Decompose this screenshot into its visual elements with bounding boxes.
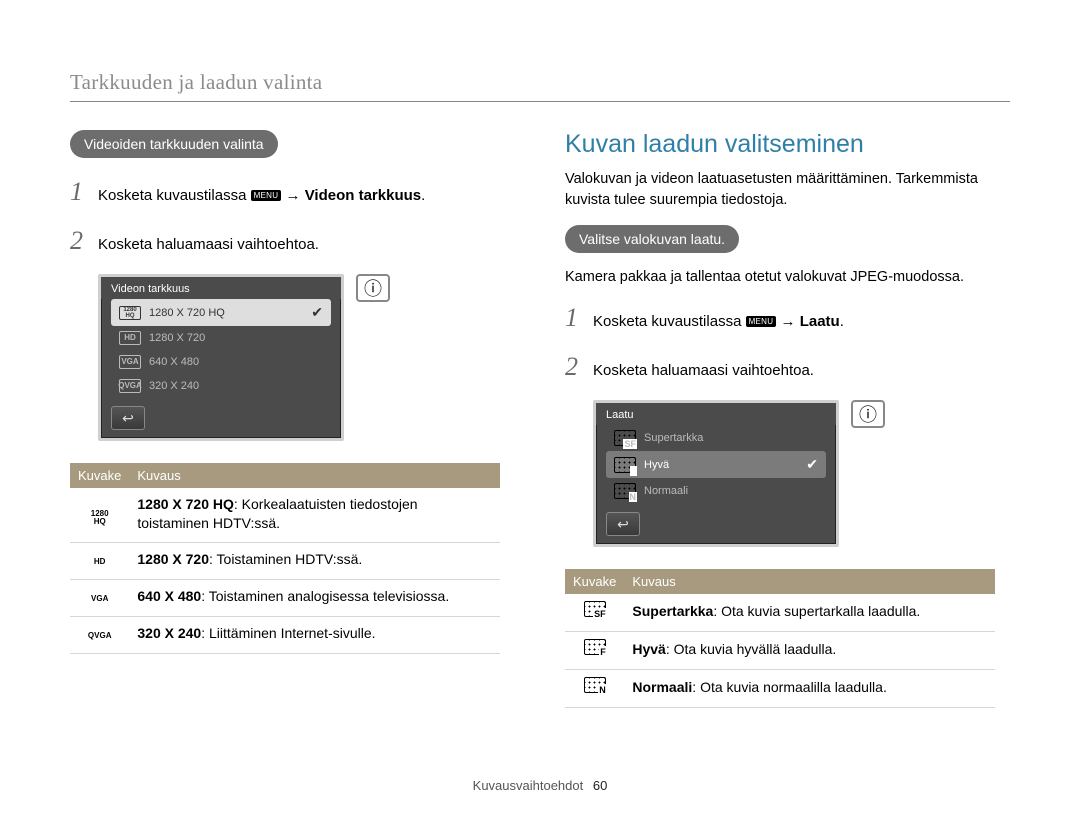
right-step-2: 2 Kosketa haluamaasi vaihtoehtoa. bbox=[565, 347, 1010, 386]
left-step-2: 2 Kosketa haluamaasi vaihtoehtoa. bbox=[70, 221, 515, 260]
right-heading: Kuvan laadun valitseminen bbox=[565, 130, 1010, 159]
step-number: 2 bbox=[565, 347, 583, 386]
back-button[interactable]: ↩ bbox=[111, 406, 145, 430]
quality-icon bbox=[614, 430, 636, 446]
check-icon: ✔ bbox=[806, 456, 818, 473]
page-number: 60 bbox=[593, 778, 607, 793]
info-button[interactable]: ⓘ bbox=[851, 400, 885, 428]
info-button[interactable]: ⓘ bbox=[356, 274, 390, 302]
mock-option-label: 1280 X 720 HQ bbox=[149, 307, 225, 319]
menu-icon: MENU bbox=[746, 316, 777, 327]
page-footer: Kuvausvaihtoehdot 60 bbox=[0, 778, 1080, 793]
resolution-icon: HD bbox=[119, 331, 141, 345]
step-number: 1 bbox=[565, 298, 583, 337]
resolution-icon: QVGA bbox=[86, 628, 114, 644]
quality-icon bbox=[584, 677, 606, 693]
mock-title: Laatu bbox=[596, 403, 836, 425]
mock-option-label: 640 X 480 bbox=[149, 356, 199, 368]
quality-icon bbox=[614, 457, 636, 473]
step-number: 2 bbox=[70, 221, 88, 260]
step-bold: Laatu bbox=[800, 313, 840, 330]
step-text: Kosketa kuvaustilassa bbox=[593, 313, 746, 330]
mock-option[interactable]: Supertarkka bbox=[606, 425, 826, 451]
right-screen-mock: Laatu Supertarkka Hyvä ✔ bbox=[593, 400, 1010, 547]
mock-option[interactable]: Hyvä ✔ bbox=[606, 451, 826, 478]
mock-option-label: Supertarkka bbox=[644, 432, 703, 444]
th-icon: Kuvake bbox=[70, 463, 129, 488]
step-bold: Videon tarkkuus bbox=[305, 187, 421, 204]
left-step-1: 1 Kosketa kuvaustilassa MENU → Videon ta… bbox=[70, 172, 515, 211]
mock-title: Videon tarkkuus bbox=[101, 277, 341, 299]
table-row: HD 1280 X 720: Toistaminen HDTV:ssä. bbox=[70, 542, 500, 579]
right-step-1: 1 Kosketa kuvaustilassa MENU → Laatu. bbox=[565, 298, 1010, 337]
mock-option-label: 1280 X 720 bbox=[149, 332, 205, 344]
back-button[interactable]: ↩ bbox=[606, 512, 640, 536]
right-desc-table: Kuvake Kuvaus Supertarkka: Ota kuvia sup… bbox=[565, 569, 995, 708]
resolution-icon: 1280HQ bbox=[119, 306, 141, 320]
left-subheading-pill: Videoiden tarkkuuden valinta bbox=[70, 130, 278, 158]
step-text: → bbox=[281, 187, 304, 204]
th-icon: Kuvake bbox=[565, 569, 624, 594]
right-note: Kamera pakkaa ja tallentaa otetut valoku… bbox=[565, 267, 1010, 288]
left-column: Videoiden tarkkuuden valinta 1 Kosketa k… bbox=[70, 130, 515, 708]
mock-option-label: Normaali bbox=[644, 485, 688, 497]
table-row: Hyvä: Ota kuvia hyvällä laadulla. bbox=[565, 631, 995, 669]
step-text: . bbox=[421, 187, 425, 204]
th-desc: Kuvaus bbox=[129, 463, 500, 488]
right-column: Kuvan laadun valitseminen Valokuvan ja v… bbox=[565, 130, 1010, 708]
table-row: QVGA 320 X 240: Liittäminen Internet-siv… bbox=[70, 616, 500, 653]
mock-option-label: 320 X 240 bbox=[149, 380, 199, 392]
quality-icon bbox=[584, 601, 606, 617]
table-row: VGA 640 X 480: Toistaminen analogisessa … bbox=[70, 579, 500, 616]
quality-icon bbox=[614, 483, 636, 499]
footer-section: Kuvausvaihtoehdot bbox=[473, 778, 584, 793]
step-text: → bbox=[776, 313, 799, 330]
step-text: Kosketa kuvaustilassa bbox=[98, 187, 251, 204]
resolution-icon: HD bbox=[86, 554, 114, 570]
resolution-icon: VGA bbox=[86, 591, 114, 607]
mock-option[interactable]: VGA 640 X 480 bbox=[111, 350, 331, 374]
left-screen-mock: Videon tarkkuus 1280HQ 1280 X 720 HQ ✔ H… bbox=[98, 274, 515, 441]
left-desc-table: Kuvake Kuvaus 1280HQ 1280 X 720 HQ: Kork… bbox=[70, 463, 500, 654]
breadcrumb: Tarkkuuden ja laadun valinta bbox=[70, 70, 1010, 95]
step-number: 1 bbox=[70, 172, 88, 211]
resolution-icon: QVGA bbox=[119, 379, 141, 393]
mock-option[interactable]: Normaali bbox=[606, 478, 826, 504]
th-desc: Kuvaus bbox=[624, 569, 995, 594]
mock-option[interactable]: HD 1280 X 720 bbox=[111, 326, 331, 350]
mock-option[interactable]: 1280HQ 1280 X 720 HQ ✔ bbox=[111, 299, 331, 326]
step-text: Kosketa haluamaasi vaihtoehtoa. bbox=[593, 360, 1010, 383]
resolution-icon: 1280HQ bbox=[86, 510, 114, 526]
mock-option-label: Hyvä bbox=[644, 459, 669, 471]
table-row: Normaali: Ota kuvia normaalilla laadulla… bbox=[565, 669, 995, 707]
right-subheading-pill: Valitse valokuvan laatu. bbox=[565, 225, 739, 253]
quality-icon bbox=[584, 639, 606, 655]
check-icon: ✔ bbox=[311, 304, 323, 321]
step-text: Kosketa haluamaasi vaihtoehtoa. bbox=[98, 234, 515, 257]
menu-icon: MENU bbox=[251, 190, 282, 201]
table-row: 1280HQ 1280 X 720 HQ: Korkealaatuisten t… bbox=[70, 488, 500, 542]
resolution-icon: VGA bbox=[119, 355, 141, 369]
step-text: . bbox=[840, 313, 844, 330]
table-row: Supertarkka: Ota kuvia supertarkalla laa… bbox=[565, 594, 995, 631]
mock-option[interactable]: QVGA 320 X 240 bbox=[111, 374, 331, 398]
right-intro: Valokuvan ja videon laatuasetusten määri… bbox=[565, 169, 1010, 211]
divider bbox=[70, 101, 1010, 102]
